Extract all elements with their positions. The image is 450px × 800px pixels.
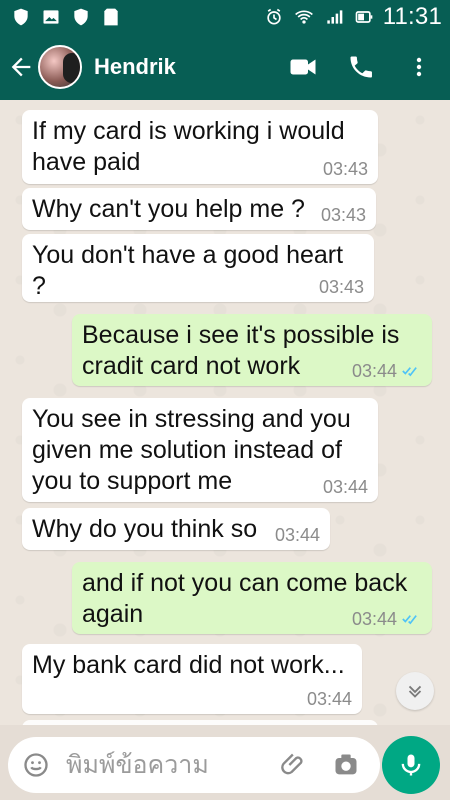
- message-bubble-outgoing[interactable]: Because i see it's possible is cradit ca…: [72, 314, 432, 386]
- status-time: 11:31: [382, 3, 442, 30]
- video-call-button[interactable]: [288, 52, 318, 82]
- message-bubble-incoming[interactable]: You don't have a good heart ? 03:43: [22, 234, 374, 302]
- message-time: 03:44: [274, 525, 320, 545]
- message-text: If my card is working i would have paid: [32, 117, 345, 176]
- message-input-placeholder[interactable]: พิมพ์ข้อความ: [66, 745, 280, 785]
- sd-card-icon: [104, 8, 118, 26]
- message-bubble-incoming[interactable]: If my card is working i would have paid …: [22, 110, 378, 184]
- message-time: 03:44: [351, 609, 397, 629]
- image-icon: [43, 10, 59, 24]
- message-meta: 03:43: [319, 277, 364, 297]
- message-meta: 03:43: [321, 205, 366, 225]
- status-bar: 11:31: [0, 0, 450, 34]
- back-button[interactable]: [4, 50, 38, 84]
- emoji-icon: [24, 753, 48, 777]
- message-composer: พิมพ์ข้อความ: [0, 726, 450, 800]
- chat-header: Hendrik: [0, 34, 450, 100]
- message-time: 03:44: [306, 689, 352, 709]
- message-bubble-incoming[interactable]: You see in stressing and you given me so…: [22, 398, 378, 502]
- message-list[interactable]: If my card is working i would have paid …: [0, 100, 450, 725]
- message-text: You see in stressing and you given me so…: [32, 405, 351, 495]
- chevron-double-down-icon: [408, 685, 422, 698]
- partially-visible-message: [22, 720, 378, 725]
- voice-message-button[interactable]: [382, 736, 440, 794]
- status-left-icons: [10, 7, 122, 27]
- shield-icon: [74, 8, 88, 26]
- message-meta: 03:44: [352, 609, 422, 629]
- message-time: 03:43: [322, 159, 368, 179]
- read-ticks-icon: [402, 615, 417, 625]
- arrow-left-icon: [11, 57, 31, 77]
- message-meta: 03:44: [275, 525, 320, 545]
- message-time: 03:44: [351, 361, 397, 381]
- emoji-button[interactable]: [22, 751, 50, 779]
- read-ticks-icon: [402, 367, 417, 377]
- phone-icon: [350, 56, 372, 78]
- contact-name[interactable]: Hendrik: [94, 54, 288, 80]
- camera-icon[interactable]: [332, 751, 360, 779]
- message-bubble-incoming[interactable]: My bank card did not work... 03:44: [22, 644, 362, 714]
- message-time: 03:43: [320, 205, 366, 225]
- message-bubble-incoming[interactable]: Why can't you help me ? 03:43: [22, 188, 376, 230]
- scroll-to-bottom-button[interactable]: [396, 672, 434, 710]
- alarm-icon: [267, 8, 281, 25]
- attachment-icon[interactable]: [280, 751, 308, 779]
- shield-icon: [14, 8, 28, 26]
- header-actions: [288, 52, 434, 82]
- message-time: 03:44: [322, 477, 368, 497]
- message-text: Why do you think so: [32, 515, 258, 543]
- composer-actions: [280, 751, 360, 779]
- message-meta: 03:44: [352, 361, 422, 381]
- message-text: You don't have a good heart ?: [32, 241, 344, 300]
- more-options-button[interactable]: [404, 52, 434, 82]
- wifi-icon: [294, 10, 313, 24]
- message-bubble-outgoing[interactable]: and if not you can come back again 03:44: [72, 562, 432, 634]
- avatar[interactable]: [38, 45, 82, 89]
- more-icon: [416, 57, 422, 77]
- message-meta: 03:44: [307, 689, 352, 709]
- message-input-field[interactable]: พิมพ์ข้อความ: [8, 737, 380, 793]
- message-text: My bank card did not work...: [32, 651, 345, 679]
- video-call-icon: [290, 59, 316, 75]
- battery-icon: [355, 11, 373, 23]
- message-text: Why can't you help me ?: [32, 195, 305, 223]
- message-time: 03:43: [318, 277, 364, 297]
- message-meta: 03:43: [323, 159, 368, 179]
- status-right-icons: 11:31: [263, 3, 442, 31]
- microphone-icon: [401, 754, 421, 776]
- phone-button[interactable]: [346, 52, 376, 82]
- message-meta: 03:44: [323, 477, 368, 497]
- signal-icon: [327, 10, 343, 24]
- message-bubble-incoming[interactable]: Why do you think so 03:44: [22, 508, 330, 550]
